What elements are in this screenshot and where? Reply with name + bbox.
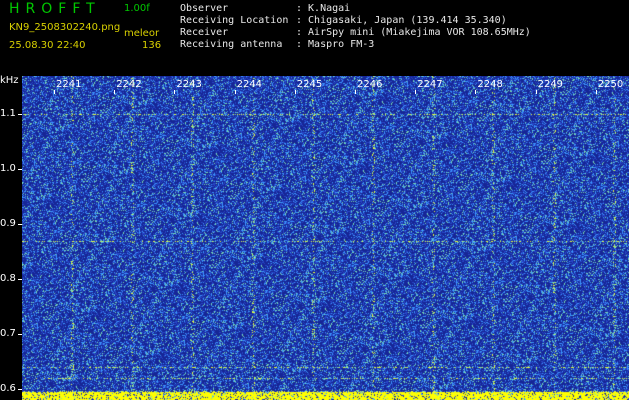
x-tick-mark [294, 90, 296, 94]
mode-label: meleor [124, 28, 160, 39]
y-tick-label: 0.8 [0, 273, 16, 285]
y-tick-mark [18, 279, 22, 281]
x-tick-mark [535, 90, 537, 94]
x-tick-mark [54, 90, 55, 94]
filename-label: KN9_2508302240.png [9, 22, 121, 33]
x-tick-label: 2249 [537, 79, 564, 90]
y-tick-label: 1.1 [0, 108, 16, 120]
x-tick-label: 2242 [116, 79, 142, 90]
x-tick-label: 2250 [597, 79, 624, 90]
antenna-label: Receiving antenna [180, 39, 283, 50]
receiver-label: Receiver [180, 27, 229, 38]
spectrogram-canvas [22, 76, 629, 400]
x-tick-mark [234, 90, 236, 94]
spectrogram-plot [22, 76, 629, 400]
x-tick-label: 2245 [296, 79, 323, 90]
x-tick-label: 2247 [417, 79, 443, 90]
y-tick-mark [18, 389, 22, 391]
x-tick-mark [174, 90, 176, 94]
x-tick-mark [595, 90, 597, 94]
x-tick-mark [114, 90, 116, 94]
y-tick-label: 1.0 [0, 163, 16, 175]
y-tick-mark [18, 224, 22, 226]
x-tick-label: 2246 [357, 79, 383, 90]
x-tick-mark [355, 90, 356, 94]
y-tick-mark [18, 334, 22, 336]
y-tick-mark [18, 114, 22, 116]
y-axis-unit: kHz [0, 75, 19, 86]
y-tick-label: 0.7 [0, 328, 16, 340]
location-label: Receiving Location [180, 15, 289, 26]
location-value: : Chigasaki, Japan (139.414 35.340) [296, 15, 507, 26]
app-title: HROFFT [9, 1, 101, 17]
x-tick-label: 2243 [176, 79, 202, 90]
x-tick-label: 2244 [236, 79, 263, 90]
x-tick-mark [415, 90, 417, 94]
receiver-value: : AirSpy mini (Miakejima VOR 108.65MHz) [296, 27, 531, 38]
y-tick-label: 0.9 [0, 218, 16, 230]
header-panel: HROFFT 1.00f KN9_2508302240.png meleor 2… [0, 0, 629, 76]
observer-value: : K.Nagai [296, 3, 351, 14]
count-label: 136 [142, 40, 162, 51]
y-tick-mark [18, 169, 22, 171]
observer-label: Observer [180, 3, 229, 14]
x-tick-label: 2248 [477, 79, 503, 90]
x-tick-mark [475, 90, 477, 94]
antenna-value: : Maspro FM-3 [296, 39, 375, 50]
datetime-label: 25.08.30 22:40 [9, 40, 86, 51]
version-label: 1.00f [124, 3, 150, 14]
y-tick-label: 0.6 [0, 383, 16, 395]
x-tick-label: 2241 [56, 79, 82, 90]
